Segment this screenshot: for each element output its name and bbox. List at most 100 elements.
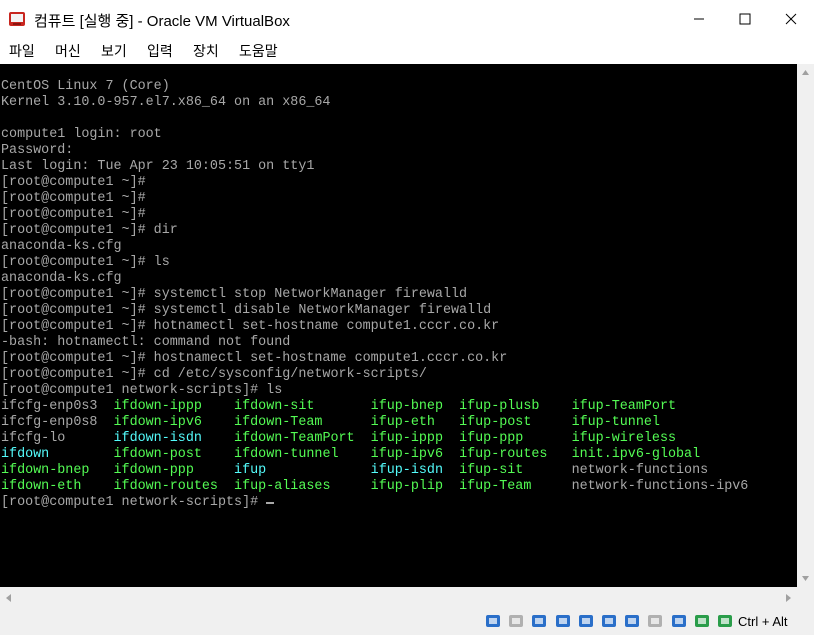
audio-icon[interactable]	[530, 612, 548, 630]
terminal-line: [root@compute1 ~]# systemctl stop Networ…	[1, 287, 468, 302]
ls-entry: ifup-post	[459, 415, 572, 430]
scroll-left-icon[interactable]	[0, 587, 17, 609]
terminal-line: [root@compute1 ~]# hostnamectl set-hostn…	[1, 351, 508, 366]
minimize-icon	[694, 18, 704, 20]
terminal-cursor	[266, 502, 275, 504]
shared-folders-icon[interactable]	[600, 612, 618, 630]
ls-entry: ifup-isdn	[370, 463, 460, 478]
minimize-button[interactable]	[676, 0, 722, 38]
horizontal-scrollbar[interactable]	[0, 587, 797, 609]
ls-entry: ifup-Team	[459, 479, 572, 494]
ls-entry: ifup-bnep	[370, 399, 460, 414]
virtualbox-app-icon[interactable]	[8, 10, 26, 28]
terminal-line: anaconda-ks.cfg	[1, 271, 122, 286]
terminal-line: -bash: hotnamectl: command not found	[1, 335, 291, 350]
ls-output-row: ifcfg-lo ifdown-isdn ifdown-TeamPort ifu…	[1, 431, 748, 447]
menu-help[interactable]: 도움말	[239, 41, 278, 61]
terminal-line: [root@compute1 ~]#	[1, 207, 146, 222]
terminal-output[interactable]: CentOS Linux 7 (Core) Kernel 3.10.0-957.e…	[1, 79, 748, 511]
ls-entry: ifup-routes	[459, 447, 572, 462]
ls-entry: ifdown-sit	[234, 399, 371, 414]
menu-bar: 파일 머신 보기 입력 장치 도움말	[0, 38, 814, 64]
ls-entry: ifdown-ipv6	[113, 415, 235, 430]
virtualization-icon[interactable]	[670, 612, 688, 630]
ls-entry: ifup-aliases	[234, 479, 371, 494]
terminal-line: [root@compute1 ~]#	[1, 175, 146, 190]
ls-entry: ifdown-bnep	[1, 463, 114, 478]
menu-file[interactable]: 파일	[9, 41, 35, 61]
usb-icon[interactable]	[577, 612, 595, 630]
ls-entry: ifcfg-enp0s8	[1, 415, 114, 430]
terminal-line: [root@compute1 ~]# systemctl disable Net…	[1, 303, 492, 318]
terminal-line: Last login: Tue Apr 23 10:05:51 on tty1	[1, 159, 315, 174]
ls-output-row: ifcfg-enp0s3 ifdown-ippp ifdown-sit ifup…	[1, 399, 748, 415]
prompt-line: [root@compute1 network-scripts]#	[1, 495, 748, 511]
terminal-line: [root@compute1 network-scripts]# ls	[1, 383, 283, 398]
window-title: 컴퓨트 [실행 중] - Oracle VM VirtualBox	[34, 13, 290, 30]
ls-entry: ifup-plusb	[459, 399, 572, 414]
hard-disk-icon[interactable]	[484, 612, 502, 630]
scroll-up-icon[interactable]	[797, 64, 814, 81]
scroll-down-icon[interactable]	[797, 570, 814, 587]
ls-entry: ifdown-eth	[1, 479, 114, 494]
ls-entry: ifup-plip	[370, 479, 460, 494]
ls-entry: ifup-wireless	[571, 431, 677, 446]
ls-entry: ifdown-tunnel	[234, 447, 371, 462]
ls-entry: ifdown-ippp	[113, 399, 235, 414]
ls-entry: ifcfg-lo	[1, 431, 114, 446]
status-bar: Ctrl + Alt	[0, 609, 814, 635]
video-capture-icon[interactable]	[646, 612, 664, 630]
ls-entry: ifdown-ppp	[113, 463, 235, 478]
ls-entry: ifdown-routes	[113, 479, 235, 494]
terminal-line: Kernel 3.10.0-957.el7.x86_64 on an x86_6…	[1, 95, 331, 110]
terminal-line: [root@compute1 ~]# hotnamectl set-hostna…	[1, 319, 500, 334]
keyboard-capture-icon[interactable]	[716, 612, 734, 630]
terminal-line: [root@compute1 ~]#	[1, 191, 146, 206]
ls-entry: ifcfg-enp0s3	[1, 399, 114, 414]
ls-entry: ifup	[234, 463, 371, 478]
ls-entry: ifup-ppp	[459, 431, 572, 446]
maximize-icon	[739, 13, 751, 25]
ls-entry: init.ipv6-global	[571, 447, 701, 462]
ls-entry: network-functions-ipv6	[571, 479, 749, 494]
terminal-line: [root@compute1 ~]# cd /etc/sysconfig/net…	[1, 367, 427, 382]
mouse-integration-icon[interactable]	[693, 612, 711, 630]
ls-entry: ifup-eth	[370, 415, 460, 430]
ls-output-row: ifdown ifdown-post ifdown-tunnel ifup-ip…	[1, 447, 748, 463]
ls-entry: ifdown-TeamPort	[234, 431, 371, 446]
terminal-line: [root@compute1 ~]# ls	[1, 255, 170, 270]
ls-output-row: ifdown-eth ifdown-routes ifup-aliases if…	[1, 479, 748, 495]
display-icon[interactable]	[623, 612, 641, 630]
terminal-line: anaconda-ks.cfg	[1, 239, 122, 254]
ls-output-row: ifdown-bnep ifdown-ppp ifup ifup-isdn if…	[1, 463, 748, 479]
ls-output-row: ifcfg-enp0s8 ifdown-ipv6 ifdown-Team ifu…	[1, 415, 748, 431]
terminal-line: compute1 login: root	[1, 127, 162, 142]
shell-prompt: [root@compute1 network-scripts]#	[1, 495, 267, 510]
ls-entry: network-functions	[571, 463, 709, 478]
maximize-button[interactable]	[722, 0, 768, 38]
host-key-label[interactable]: Ctrl + Alt	[738, 614, 788, 629]
ls-entry: ifup-TeamPort	[571, 399, 677, 414]
optical-drive-icon[interactable]	[507, 612, 525, 630]
ls-entry: ifdown-Team	[234, 415, 371, 430]
close-button[interactable]	[768, 0, 814, 38]
ls-entry: ifup-ipv6	[370, 447, 460, 462]
network-icon[interactable]	[554, 612, 572, 630]
ls-entry: ifup-sit	[459, 463, 572, 478]
scroll-right-icon[interactable]	[780, 587, 797, 609]
terminal-line: CentOS Linux 7 (Core)	[1, 79, 170, 94]
menu-input[interactable]: 입력	[147, 41, 173, 61]
terminal-line: Password:	[1, 143, 74, 158]
ls-entry: ifdown-post	[113, 447, 235, 462]
menu-machine[interactable]: 머신	[55, 41, 81, 61]
ls-entry: ifdown-isdn	[113, 431, 235, 446]
ls-entry: ifup-ippp	[370, 431, 460, 446]
vertical-scrollbar[interactable]	[797, 64, 814, 587]
title-bar: 컴퓨트 [실행 중] - Oracle VM VirtualBox	[0, 0, 814, 38]
terminal-line: [root@compute1 ~]# dir	[1, 223, 178, 238]
scroll-corner	[797, 587, 814, 609]
vm-display[interactable]: CentOS Linux 7 (Core) Kernel 3.10.0-957.e…	[0, 64, 797, 587]
menu-view[interactable]: 보기	[101, 41, 127, 61]
menu-devices[interactable]: 장치	[193, 41, 219, 61]
